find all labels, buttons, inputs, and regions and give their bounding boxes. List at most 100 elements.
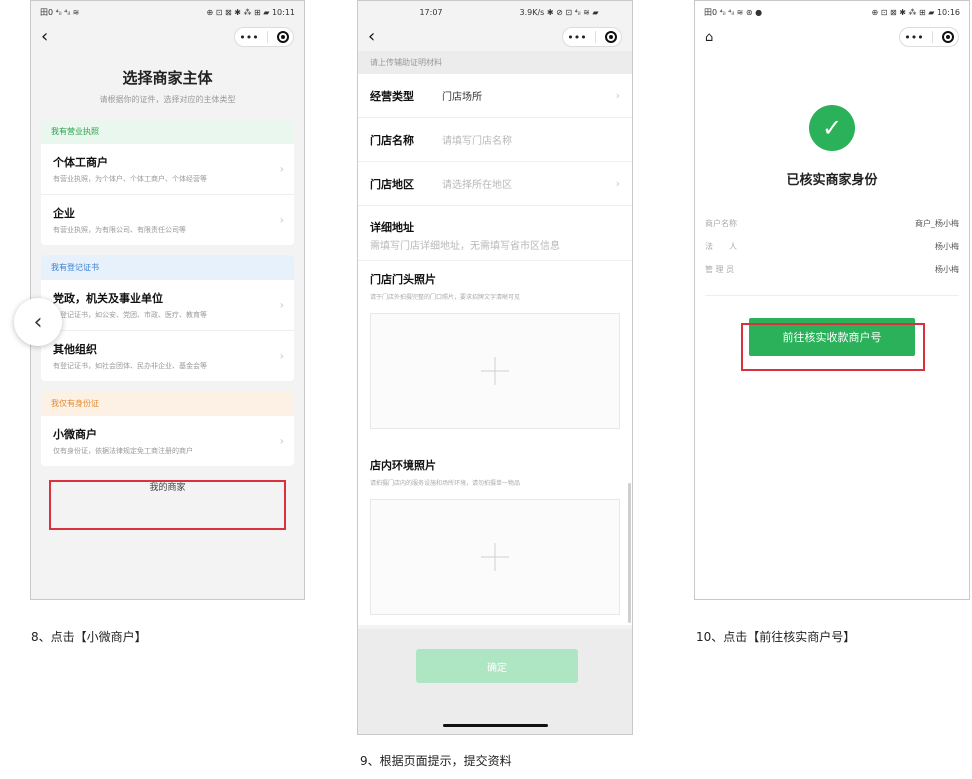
- caption-step-10: 10、点击【前往核实商户号】: [696, 630, 856, 644]
- target-icon[interactable]: [941, 31, 954, 43]
- chevron-right-icon: ›: [279, 434, 284, 448]
- info-row: 法 人 杨小梅: [705, 235, 959, 258]
- target-icon[interactable]: [604, 31, 617, 43]
- store-name-label: 门店名称: [370, 133, 414, 147]
- store-form: 经营类型 门店场所 › 门店名称 请填写门店名称 门店地区 请选择所在地区 › …: [358, 74, 632, 261]
- menu-capsule: •••: [562, 27, 622, 47]
- more-icon[interactable]: •••: [567, 31, 586, 44]
- capsule-divider: [932, 31, 934, 43]
- chevron-right-icon: ›: [279, 213, 284, 227]
- capsule-divider: [267, 31, 269, 43]
- home-icon[interactable]: ⌂: [705, 30, 713, 45]
- caption-step-8: 8、点击【小微商户】: [31, 630, 147, 644]
- info-row: 商户名称 商户_杨小梅: [705, 212, 959, 235]
- screen-verified: 田0 ⁴ᵢₗ ⁴ᵢₗ ≋ ⊛ ● ⊕ ⊡ ⊠ ✱ ⁂ ⊞ ▰ 10:16 ⌂ •…: [694, 0, 970, 600]
- group-business-license: 我有营业执照 个体工商户 有营业执照，为个体户、个体工商户、个体经营等 › 企业…: [41, 119, 294, 245]
- divider: [705, 295, 959, 296]
- front-photo-note: 请于门店外拍摄完整的门口照片，要求招牌文字清晰可见: [370, 294, 521, 301]
- option-desc: 仅有身份证，依据法律规定免工商注册的商户: [53, 447, 193, 455]
- store-region-label: 门店地区: [370, 177, 414, 191]
- chevron-right-icon: ›: [279, 298, 284, 312]
- option-title: 小微商户: [53, 428, 97, 441]
- chevron-right-icon: ›: [279, 162, 284, 176]
- home-indicator: [443, 724, 548, 727]
- business-type-value: 门店场所: [442, 92, 482, 103]
- option-title: 企业: [53, 207, 75, 220]
- menu-capsule: •••: [899, 27, 959, 47]
- nav-bar: ‹ •••: [31, 23, 304, 51]
- option-other-org[interactable]: 其他组织 有登记证书，如社会团体、民办非企业、基金会等 ›: [41, 331, 294, 381]
- scrollbar[interactable]: [628, 483, 631, 623]
- inside-photo-upload[interactable]: [370, 499, 620, 615]
- inside-photo-note: 请拍摄门店内的服务设施和场所环境，请勿拍摄单一物品: [370, 480, 521, 487]
- page-title: 选择商家主体: [122, 69, 213, 87]
- group-header: 我仅有身份证: [41, 391, 294, 416]
- more-icon[interactable]: •••: [239, 31, 258, 44]
- info-key: 管 理 员: [705, 265, 735, 274]
- info-row: 管 理 员 杨小梅: [705, 258, 959, 281]
- option-desc: 有登记证书，如公安、党团、市政、医疗、教育等: [53, 311, 207, 319]
- store-region-row[interactable]: 门店地区 请选择所在地区 ›: [358, 162, 632, 206]
- group-id-only: 我仅有身份证 小微商户 仅有身份证，依据法律规定免工商注册的商户 ›: [41, 391, 294, 466]
- info-value: 杨小梅: [935, 265, 959, 274]
- status-left: 田0 ⁴ᵢₗ ⁴ᵢₗ ≋ ⊛ ●: [704, 7, 763, 17]
- group-registration-cert: 我有登记证书 党政，机关及事业单位 有登记证书，如公安、党团、市政、医疗、教育等…: [41, 255, 294, 381]
- option-title: 其他组织: [53, 343, 97, 356]
- option-title: 个体工商户: [53, 156, 108, 169]
- highlight-verify-button: [741, 323, 925, 371]
- chevron-right-icon: ›: [279, 349, 284, 363]
- status-right: 3.9K/s ✱ ⊘ ⊡ ⁴ᵢₗ ≋ ▰: [519, 7, 599, 17]
- inside-photo-section: 店内环境照片 请拍摄门店内的服务设施和场所环境，请勿拍摄单一物品: [358, 439, 632, 625]
- status-bar: 田0 ⁴ᵢₗ ⁴ᵢₗ ≋ ⊛ ● ⊕ ⊡ ⊠ ✱ ⁂ ⊞ ▰ 10:16: [695, 1, 969, 23]
- screen-select-merchant: 田0 ⁴ᵢₗ ⁴ᵢₗ ≋ ⊕ ⊡ ⊠ ✱ ⁂ ⊞ ▰ 10:11 ‹ ••• 选…: [30, 0, 305, 600]
- target-icon[interactable]: [276, 31, 289, 43]
- store-name-input[interactable]: 请填写门店名称: [442, 132, 512, 147]
- nav-bar: ‹ •••: [358, 23, 632, 51]
- info-value: 商户_杨小梅: [915, 219, 959, 228]
- option-individual-business[interactable]: 个体工商户 有营业执照，为个体户、个体工商户、个体经营等 ›: [41, 144, 294, 195]
- option-desc: 有营业执照，为有限公司、有限责任公司等: [53, 226, 186, 234]
- status-right: ⊕ ⊡ ⊠ ✱ ⁂ ⊞ ▰ 10:16: [871, 7, 960, 17]
- chevron-right-icon: ›: [615, 177, 620, 190]
- capsule-divider: [595, 31, 597, 43]
- upload-hint: 请上传辅助证明材料: [358, 51, 632, 74]
- nav-bar: ⌂ •••: [695, 23, 969, 51]
- confirm-button[interactable]: 确定: [416, 649, 578, 683]
- highlight-micro-merchant: [49, 480, 286, 530]
- business-type-label: 经营类型: [370, 89, 414, 103]
- status-right: ⊕ ⊡ ⊠ ✱ ⁂ ⊞ ▰ 10:11: [206, 7, 295, 17]
- status-bar: 田0 ⁴ᵢₗ ⁴ᵢₗ ≋ ⊕ ⊡ ⊠ ✱ ⁂ ⊞ ▰ 10:11: [31, 1, 304, 23]
- inside-photo-label: 店内环境照片: [370, 459, 436, 472]
- option-desc: 有营业执照，为个体户、个体工商户、个体经营等: [53, 175, 207, 183]
- status-left: 田0 ⁴ᵢₗ ⁴ᵢₗ ≋: [40, 7, 80, 17]
- store-name-row[interactable]: 门店名称 请填写门店名称: [358, 118, 632, 162]
- option-enterprise[interactable]: 企业 有营业执照，为有限公司、有限责任公司等 ›: [41, 195, 294, 245]
- group-header: 我有营业执照: [41, 119, 294, 144]
- chevron-right-icon: ›: [615, 89, 620, 102]
- option-title: 党政，机关及事业单位: [53, 292, 163, 305]
- back-icon[interactable]: ‹: [368, 28, 375, 46]
- front-photo-label: 门店门头照片: [370, 273, 436, 286]
- caption-step-9: 9、根据页面提示，提交资料: [360, 754, 512, 768]
- status-bar: 17:07 3.9K/s ✱ ⊘ ⊡ ⁴ᵢₗ ≋ ▰: [358, 1, 632, 23]
- address-input[interactable]: 需填写门店详细地址，无需填写省市区信息: [370, 237, 620, 252]
- address-row[interactable]: 详细地址 需填写门店详细地址，无需填写省市区信息: [358, 206, 632, 261]
- front-photo-upload[interactable]: [370, 313, 620, 429]
- merchant-info: 商户名称 商户_杨小梅 法 人 杨小梅 管 理 员 杨小梅: [695, 212, 969, 296]
- address-label: 详细地址: [370, 221, 414, 234]
- business-type-row[interactable]: 经营类型 门店场所 ›: [358, 74, 632, 118]
- option-government[interactable]: 党政，机关及事业单位 有登记证书，如公安、党团、市政、医疗、教育等 ›: [41, 280, 294, 331]
- back-icon[interactable]: ‹: [14, 298, 62, 346]
- store-region-select[interactable]: 请选择所在地区: [442, 176, 512, 191]
- option-micro-merchant[interactable]: 小微商户 仅有身份证，依据法律规定免工商注册的商户 ›: [41, 416, 294, 466]
- group-header: 我有登记证书: [41, 255, 294, 280]
- back-icon[interactable]: ‹: [41, 28, 48, 46]
- more-icon[interactable]: •••: [904, 31, 923, 44]
- screen-submit-info: 17:07 3.9K/s ✱ ⊘ ⊡ ⁴ᵢₗ ≋ ▰ ‹ ••• 请上传辅助证明…: [357, 0, 633, 735]
- page-subtitle: 请根据你的证件，选择对应的主体类型: [99, 95, 236, 104]
- info-key: 商户名称: [705, 219, 737, 228]
- info-value: 杨小梅: [935, 242, 959, 251]
- info-key: 法 人: [705, 242, 737, 251]
- menu-capsule: •••: [234, 27, 294, 47]
- status-left: 17:07: [419, 7, 443, 17]
